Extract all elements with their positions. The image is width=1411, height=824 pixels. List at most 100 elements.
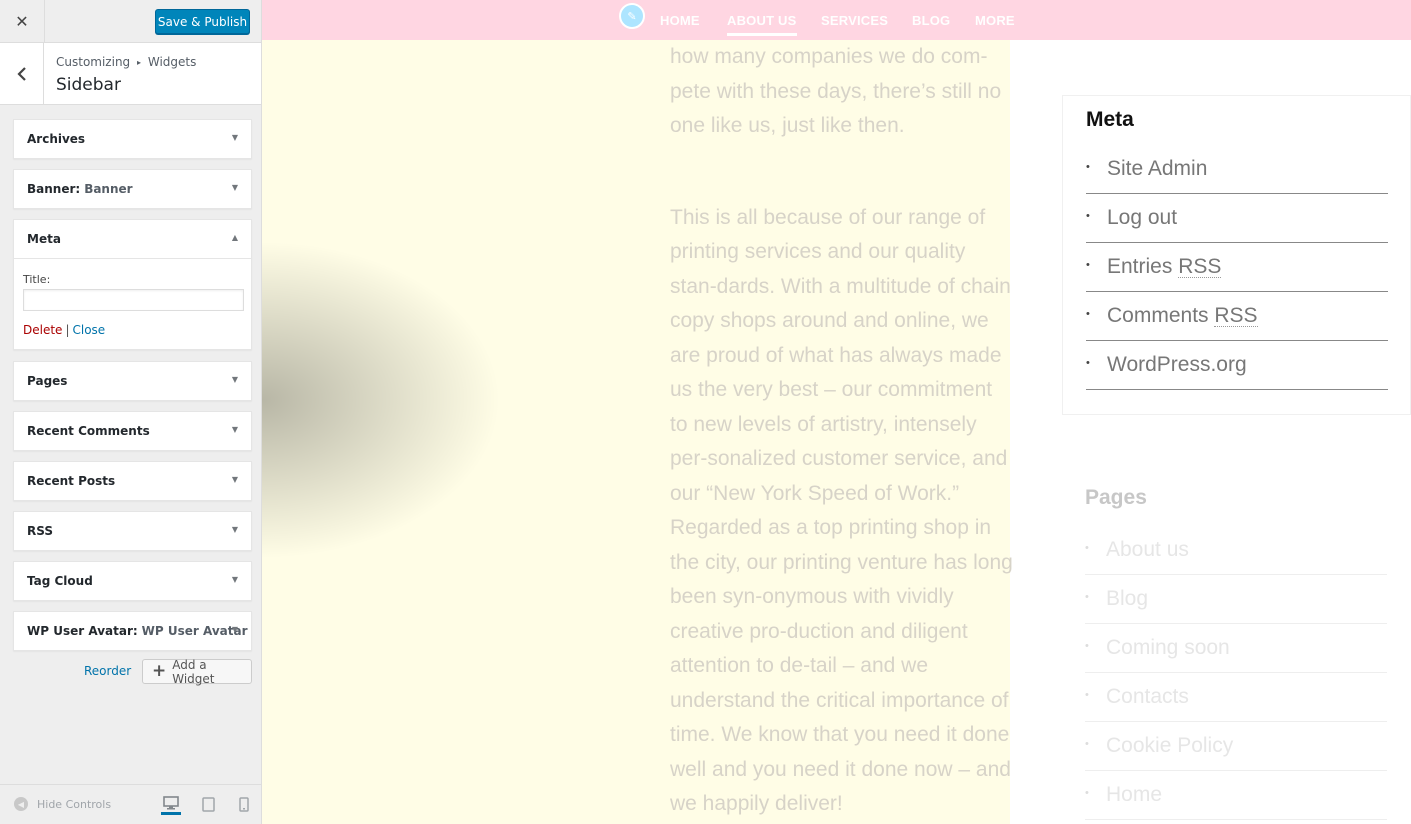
- widget-name: Archives: [27, 132, 86, 146]
- meta-link-site-admin[interactable]: • Site Admin: [1086, 145, 1388, 194]
- widget-name: Tag Cloud: [27, 574, 93, 588]
- page-link[interactable]: • Cookie Policy: [1085, 722, 1387, 771]
- caret-up-icon[interactable]: ▲: [232, 233, 238, 242]
- back-button[interactable]: [0, 43, 44, 105]
- page-content: how many companies we do com-pete with t…: [670, 40, 1015, 822]
- list-item-text: Comments: [1107, 304, 1215, 327]
- section-title: Sidebar: [56, 75, 121, 95]
- widget-wp-user-avatar: WP User Avatar: WP User Avatar ▼: [13, 611, 252, 651]
- widget-banner: Banner: Banner ▼: [13, 169, 252, 209]
- widget-title-bar[interactable]: RSS ▼: [14, 512, 251, 550]
- list-item-text: About us: [1106, 538, 1189, 561]
- nav-item-blog[interactable]: BLOG: [912, 13, 950, 28]
- caret-down-icon[interactable]: ▼: [232, 183, 238, 192]
- widget-name: Banner:: [27, 182, 81, 196]
- widget-title-bar[interactable]: Recent Comments ▼: [14, 412, 251, 450]
- rss-abbr: RSS: [1178, 254, 1222, 278]
- list-item-text: Log out: [1107, 206, 1178, 229]
- meta-link-log-out[interactable]: • Log out: [1086, 194, 1388, 243]
- edit-pencil-icon[interactable]: ✎: [619, 3, 645, 29]
- mobile-preview-button[interactable]: [234, 793, 254, 815]
- meta-link-entries-rss[interactable]: • Entries RSS: [1086, 243, 1388, 292]
- tablet-preview-button[interactable]: [198, 793, 218, 815]
- widget-title-bar[interactable]: WP User Avatar: WP User Avatar ▼: [14, 612, 251, 650]
- pages-list: • About us • Blog • Coming soon • Contacts •…: [1085, 526, 1387, 820]
- nav-item-about-us[interactable]: ABOUT US: [727, 13, 797, 36]
- tablet-icon: [201, 796, 215, 812]
- bullet-icon: •: [1086, 308, 1090, 320]
- site-preview: ✎ HOME ABOUT US SERVICES BLOG MORE how m…: [262, 0, 1411, 824]
- meta-link-comments-rss[interactable]: • Comments RSS: [1086, 292, 1388, 341]
- widget-title-bar[interactable]: Tag Cloud ▼: [14, 562, 251, 600]
- meta-widget: Meta • Site Admin • Log out • Entries RSS •…: [1062, 95, 1411, 415]
- caret-down-icon[interactable]: ▼: [232, 625, 238, 634]
- hide-controls-button[interactable]: ◀ Hide Controls: [14, 797, 111, 811]
- widget-name: Recent Posts: [27, 474, 116, 488]
- add-widget-button[interactable]: + Add a Widget: [142, 658, 252, 686]
- page-link[interactable]: • Coming soon: [1085, 624, 1387, 673]
- content-paragraph: how many companies we do com-pete with t…: [670, 45, 1002, 137]
- list-item-text: Site Admin: [1107, 157, 1208, 180]
- page-link[interactable]: • Home: [1085, 771, 1387, 820]
- widget-title-bar[interactable]: Recent Posts ▼: [14, 462, 251, 500]
- list-item-text: Contacts: [1106, 685, 1189, 708]
- widget-instance-title: Banner: [84, 182, 133, 196]
- caret-down-icon[interactable]: ▼: [232, 375, 238, 384]
- bullet-icon: •: [1085, 640, 1089, 652]
- widget-recent-comments: Recent Comments ▼: [13, 411, 252, 451]
- bullet-icon: •: [1086, 357, 1090, 369]
- caret-down-icon[interactable]: ▼: [232, 133, 238, 142]
- customizer-footer: ◀ Hide Controls: [0, 784, 261, 824]
- bullet-icon: •: [1085, 689, 1089, 701]
- desktop-preview-button[interactable]: [161, 793, 181, 815]
- widget-recent-posts: Recent Posts ▼: [13, 461, 252, 501]
- desktop-icon: [163, 795, 179, 809]
- bullet-icon: •: [1085, 787, 1089, 799]
- list-item-text: Entries: [1107, 255, 1179, 278]
- hero-image-shape: [262, 240, 502, 560]
- rss-abbr: RSS: [1214, 303, 1258, 327]
- widget-title-bar[interactable]: Meta ▲: [14, 220, 251, 258]
- breadcrumb-section: Widgets: [147, 55, 197, 69]
- nav-item-more[interactable]: MORE: [975, 13, 1015, 28]
- reorder-link[interactable]: Reorder: [84, 664, 131, 678]
- customizer-panel: ✕ Save & Publish Customizing ▸ Widgets S…: [0, 0, 262, 824]
- caret-down-icon[interactable]: ▼: [232, 575, 238, 584]
- mobile-icon: [239, 796, 249, 812]
- pages-widget: Pages • About us • Blog • Coming soon • Cont…: [1085, 486, 1387, 820]
- bullet-icon: •: [1086, 161, 1090, 173]
- caret-down-icon[interactable]: ▼: [232, 475, 238, 484]
- widget-tag-cloud: Tag Cloud ▼: [13, 561, 252, 601]
- site-navigation: ✎ HOME ABOUT US SERVICES BLOG MORE: [262, 0, 1411, 40]
- widget-title-bar[interactable]: Banner: Banner ▼: [14, 170, 251, 208]
- title-input[interactable]: [23, 289, 244, 311]
- nav-item-home[interactable]: HOME: [660, 13, 700, 28]
- meta-link-wordpress-org[interactable]: • WordPress.org: [1086, 341, 1388, 390]
- widget-title-bar[interactable]: Pages ▼: [14, 362, 251, 400]
- widget-name: WP User Avatar:: [27, 624, 138, 638]
- widget-actions: Delete | Close: [23, 323, 242, 337]
- bullet-icon: •: [1086, 210, 1090, 222]
- nav-item-services[interactable]: SERVICES: [821, 13, 888, 28]
- save-publish-button[interactable]: Save & Publish: [155, 9, 250, 34]
- close-link[interactable]: Close: [72, 323, 105, 337]
- meta-widget-title: Meta: [1086, 108, 1134, 131]
- content-paragraph: This is all because of our range of prin…: [670, 205, 1013, 816]
- page-link[interactable]: • About us: [1085, 526, 1387, 575]
- caret-down-icon[interactable]: ▼: [232, 525, 238, 534]
- bullet-icon: •: [1085, 738, 1089, 750]
- breadcrumb-separator-icon: ▸: [137, 58, 142, 67]
- caret-down-icon[interactable]: ▼: [232, 425, 238, 434]
- delete-link[interactable]: Delete: [23, 323, 62, 337]
- widget-form: Title: Delete | Close: [14, 258, 251, 349]
- page-link[interactable]: • Contacts: [1085, 673, 1387, 722]
- meta-list: • Site Admin • Log out • Entries RSS • Comme…: [1086, 145, 1388, 390]
- widget-archives: Archives ▼: [13, 119, 252, 159]
- title-label: Title:: [23, 273, 51, 286]
- widget-title-bar[interactable]: Archives ▼: [14, 120, 251, 158]
- list-item-text: Cookie Policy: [1106, 734, 1234, 757]
- widget-meta: Meta ▲ Title: Delete | Close: [13, 219, 252, 350]
- close-customizer-button[interactable]: ✕: [0, 0, 45, 43]
- page-link[interactable]: • Blog: [1085, 575, 1387, 624]
- pages-widget-title: Pages: [1085, 486, 1147, 509]
